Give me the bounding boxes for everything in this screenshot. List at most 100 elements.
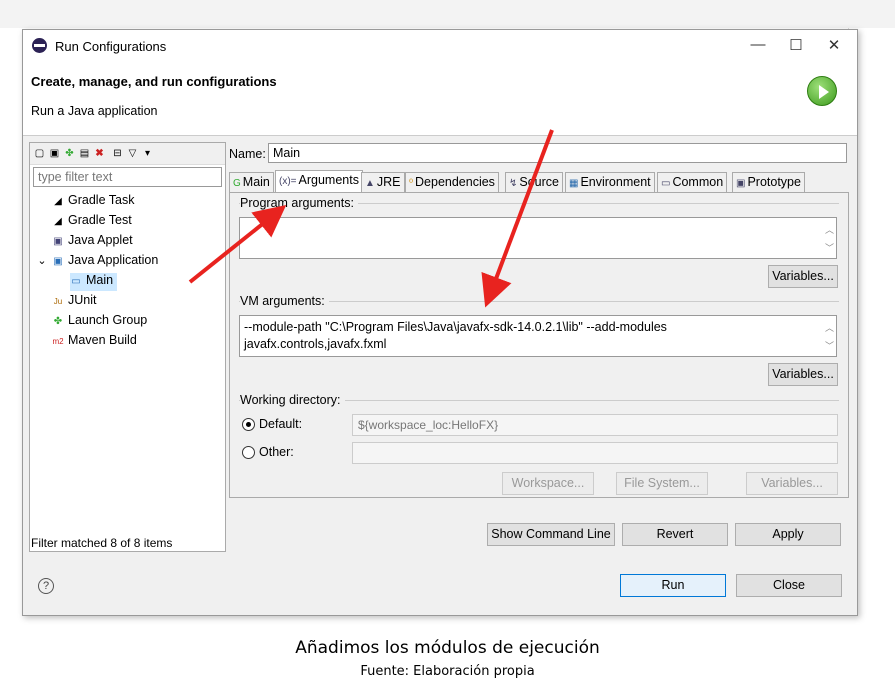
help-icon[interactable]: ? bbox=[38, 578, 54, 594]
other-label: Other: bbox=[259, 445, 294, 459]
close-window-button[interactable]: ✕ bbox=[819, 36, 849, 56]
launch-group-icon: ✤ bbox=[53, 316, 63, 327]
background-window-toolbar bbox=[0, 0, 895, 28]
vm-arguments-input[interactable]: --module-path "C:\Program Files\Java\jav… bbox=[239, 315, 837, 357]
default-label: Default: bbox=[259, 417, 303, 431]
jre-tab-icon: ▲ bbox=[365, 178, 375, 189]
tab-jre[interactable]: ▲ JRE bbox=[361, 172, 405, 192]
tab-label: Common bbox=[672, 175, 724, 189]
vm-variables-button[interactable]: Variables... bbox=[768, 363, 838, 386]
tab-source[interactable]: ↯ Source bbox=[505, 172, 563, 192]
name-label: Name: bbox=[229, 147, 266, 161]
tree-item-java-application[interactable]: ⌄ ▣ Java Application bbox=[36, 253, 158, 271]
eclipse-icon bbox=[32, 38, 47, 53]
tree-item-gradle-task[interactable]: ◢ Gradle Task bbox=[52, 193, 134, 211]
header-title: Create, manage, and run configurations bbox=[31, 74, 277, 89]
workspace-button[interactable]: Workspace... bbox=[502, 472, 594, 495]
tree-item-main[interactable]: ▭ Main bbox=[70, 273, 118, 291]
name-input[interactable]: Main bbox=[268, 143, 847, 163]
tab-prototype[interactable]: ▣ Prototype bbox=[732, 172, 805, 192]
tab-dependencies[interactable]: ⁰ Dependencies bbox=[405, 172, 499, 192]
source-tab-icon: ↯ bbox=[509, 178, 518, 189]
close-button[interactable]: Close bbox=[736, 574, 842, 597]
java-applet-icon: ▣ bbox=[53, 236, 63, 247]
delete-icon[interactable]: ✖ bbox=[94, 148, 105, 159]
title-bar: Run Configurations — ☐ ✕ bbox=[23, 30, 857, 62]
tab-common[interactable]: ▭ Common bbox=[657, 172, 728, 192]
new-prototype-icon[interactable]: ▣ bbox=[49, 148, 60, 159]
environment-tab-icon: ▦ bbox=[569, 178, 579, 189]
tab-label: Source bbox=[519, 175, 559, 189]
working-variables-button[interactable]: Variables... bbox=[746, 472, 838, 495]
tree-item-label: Main bbox=[86, 273, 114, 287]
filter-status: Filter matched 8 of 8 items bbox=[31, 536, 173, 550]
tree-item-java-applet[interactable]: ▣ Java Applet bbox=[52, 233, 133, 251]
vm-arguments-group bbox=[239, 301, 839, 302]
header-subtitle: Run a Java application bbox=[31, 104, 158, 118]
tree-item-maven-build[interactable]: m2 Maven Build bbox=[52, 333, 137, 351]
tab-environment[interactable]: ▦ Environment bbox=[565, 172, 655, 192]
tab-label: JRE bbox=[376, 175, 401, 189]
tab-label: Prototype bbox=[747, 175, 801, 189]
program-variables-button[interactable]: Variables... bbox=[768, 265, 838, 288]
duplicate-icon[interactable]: ▤ bbox=[79, 148, 90, 159]
configuration-editor: Name: Main G Main (x)= Arguments ▲ JRE ⁰ Dep… bbox=[229, 142, 853, 552]
run-button[interactable]: Run bbox=[620, 574, 726, 597]
tree-item-label: Java Application bbox=[68, 253, 159, 267]
vm-arguments-line-1: --module-path "C:\Program Files\Java\jav… bbox=[244, 320, 667, 334]
new-config-icon[interactable]: ▢ bbox=[34, 148, 45, 159]
export-icon[interactable]: ✤ bbox=[64, 148, 75, 159]
tab-main[interactable]: G Main bbox=[229, 172, 274, 192]
minimize-button[interactable]: — bbox=[743, 36, 773, 56]
other-radio[interactable] bbox=[242, 446, 255, 459]
configuration-tree-pane: ▢ ▣ ✤ ▤ ✖ ⊟ ▽ ▾ type filter text ◢ Gradle… bbox=[29, 142, 226, 552]
view-menu-icon[interactable]: ▾ bbox=[142, 148, 153, 159]
vm-scroll-up-icon[interactable]: ︿ bbox=[825, 321, 834, 334]
scroll-down-icon[interactable]: ﹀ bbox=[825, 241, 834, 254]
arguments-tab-body: Program arguments: ︿ ﹀ Variables... VM a… bbox=[229, 192, 849, 498]
gradle-test-icon: ◢ bbox=[54, 216, 62, 227]
apply-button[interactable]: Apply bbox=[735, 523, 841, 546]
tab-label: Environment bbox=[580, 175, 651, 189]
maximize-button[interactable]: ☐ bbox=[781, 36, 811, 56]
tree-item-label: Gradle Task bbox=[68, 193, 135, 207]
filter-icon[interactable]: ▽ bbox=[127, 148, 138, 159]
default-radio[interactable] bbox=[242, 418, 255, 431]
tab-arguments[interactable]: (x)= Arguments bbox=[275, 170, 363, 193]
default-directory-field: ${workspace_loc:HelloFX} bbox=[352, 414, 838, 436]
vm-scroll-down-icon[interactable]: ﹀ bbox=[825, 339, 834, 352]
figure-caption: Añadimos los módulos de ejecución bbox=[295, 638, 600, 658]
window-title: Run Configurations bbox=[55, 39, 167, 54]
revert-button[interactable]: Revert bbox=[622, 523, 728, 546]
run-configurations-dialog: Run Configurations — ☐ ✕ Create, manage,… bbox=[22, 29, 858, 616]
java-application-icon: ▣ bbox=[53, 256, 63, 267]
tree-toolbar: ▢ ▣ ✤ ▤ ✖ ⊟ ▽ ▾ bbox=[30, 143, 225, 165]
tree-item-junit[interactable]: Ju JUnit bbox=[52, 293, 97, 311]
program-arguments-label: Program arguments: bbox=[240, 196, 358, 210]
tree-item-label: Gradle Test bbox=[68, 213, 132, 227]
prototype-tab-icon: ▣ bbox=[736, 178, 746, 189]
arguments-tab-icon: (x)= bbox=[279, 176, 297, 187]
file-system-button[interactable]: File System... bbox=[616, 472, 708, 495]
tree-item-gradle-test[interactable]: ◢ Gradle Test bbox=[52, 213, 132, 231]
working-directory-label: Working directory: bbox=[240, 393, 345, 407]
program-arguments-input[interactable] bbox=[239, 217, 837, 259]
tree-item-label: Launch Group bbox=[68, 313, 148, 327]
tab-label: Arguments bbox=[298, 173, 359, 187]
common-tab-icon: ▭ bbox=[661, 178, 671, 189]
tree-item-label: Java Applet bbox=[68, 233, 133, 247]
chevron-down-icon[interactable]: ⌄ bbox=[36, 254, 48, 267]
figure-source: Fuente: Elaboración propia bbox=[360, 664, 535, 679]
show-command-line-button[interactable]: Show Command Line bbox=[487, 523, 615, 546]
gradle-task-icon: ◢ bbox=[54, 196, 62, 207]
tree-item-label: Maven Build bbox=[68, 333, 137, 347]
maven-icon: m2 bbox=[52, 337, 64, 346]
collapse-all-icon[interactable]: ⊟ bbox=[112, 148, 123, 159]
scroll-up-icon[interactable]: ︿ bbox=[825, 223, 834, 236]
filter-input[interactable]: type filter text bbox=[33, 167, 222, 187]
tab-label: Dependencies bbox=[415, 175, 495, 189]
tree-item-launch-group[interactable]: ✤ Launch Group bbox=[52, 313, 147, 331]
dialog-header: Create, manage, and run configurations R… bbox=[23, 62, 857, 136]
run-banner-icon bbox=[807, 76, 837, 106]
java-main-icon: ▭ bbox=[71, 276, 81, 287]
